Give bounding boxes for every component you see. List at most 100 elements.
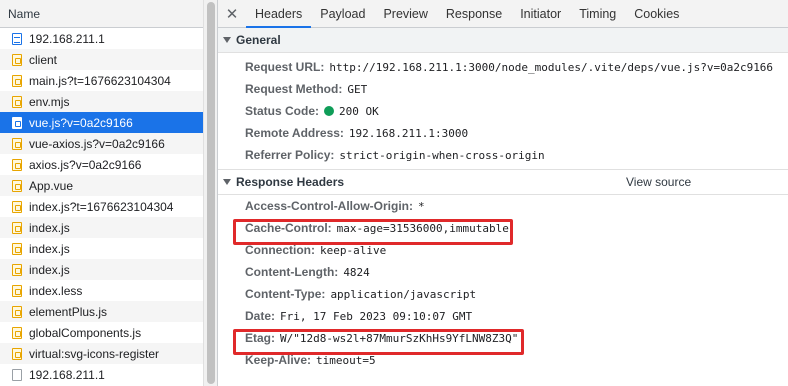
view-source-link[interactable]: View source bbox=[626, 175, 691, 189]
js-icon bbox=[12, 242, 22, 255]
request-name: index.js bbox=[29, 241, 70, 256]
js-icon bbox=[12, 95, 22, 108]
header-name: Referrer Policy: bbox=[245, 148, 335, 162]
tab-cookies[interactable]: Cookies bbox=[625, 0, 688, 27]
header-row: Etag: W/"12d8-ws2l+87MmurSzKhHs9YfLNW8Z3Q… bbox=[218, 327, 788, 349]
js-icon bbox=[12, 305, 22, 318]
header-value: keep-alive bbox=[320, 243, 387, 257]
request-name: env.mjs bbox=[29, 94, 70, 109]
response-headers-body: Access-Control-Allow-Origin: * Cache-Contr… bbox=[218, 195, 788, 371]
request-list-panel: Name 192.168.211.1 client main.js?t=167662… bbox=[0, 0, 203, 386]
request-row[interactable]: virtual:svg-icons-register bbox=[0, 343, 203, 364]
request-row[interactable]: index.js bbox=[0, 238, 203, 259]
scrollbar-thumb[interactable] bbox=[207, 2, 215, 384]
tab-timing[interactable]: Timing bbox=[570, 0, 625, 27]
doc-icon bbox=[12, 32, 22, 45]
header-row: Remote Address: 192.168.211.1:3000 bbox=[218, 122, 788, 144]
header-row: Access-Control-Allow-Origin: * bbox=[218, 195, 788, 217]
header-row: Status Code: 200 OK bbox=[218, 100, 788, 122]
header-value: W/"12d8-ws2l+87MmurSzKhHs9YfLNW8Z3Q" bbox=[280, 331, 519, 345]
header-row: Keep-Alive: timeout=5 bbox=[218, 349, 788, 371]
request-row[interactable]: env.mjs bbox=[0, 91, 203, 112]
response-headers-section-header[interactable]: Response Headers View source bbox=[218, 170, 788, 195]
js-icon bbox=[12, 200, 22, 213]
header-value: 192.168.211.1:3000 bbox=[348, 126, 469, 140]
tab-payload[interactable]: Payload bbox=[311, 0, 374, 27]
request-row[interactable]: vue-axios.js?v=0a2c9166 bbox=[0, 133, 203, 154]
request-list-scrollbar[interactable] bbox=[203, 0, 218, 386]
js-icon bbox=[12, 137, 22, 150]
request-name: elementPlus.js bbox=[29, 304, 108, 319]
tab-headers[interactable]: Headers bbox=[246, 0, 312, 28]
request-name: App.vue bbox=[29, 178, 74, 193]
general-section-header[interactable]: General bbox=[218, 28, 788, 53]
request-row[interactable]: index.js?t=1676623104304 bbox=[0, 196, 203, 217]
request-list: 192.168.211.1 client main.js?t=16766231043… bbox=[0, 28, 203, 385]
tab-response[interactable]: Response bbox=[437, 0, 511, 27]
js-icon bbox=[12, 74, 22, 87]
general-section-title: General bbox=[236, 33, 281, 47]
js-icon bbox=[12, 158, 22, 171]
header-name: Connection: bbox=[245, 243, 315, 257]
js-icon bbox=[12, 221, 22, 234]
header-name: Remote Address: bbox=[245, 126, 344, 140]
close-icon[interactable]: ✕ bbox=[218, 0, 246, 27]
request-row[interactable]: index.less bbox=[0, 280, 203, 301]
request-row[interactable]: client bbox=[0, 49, 203, 70]
collapse-triangle-icon bbox=[223, 37, 231, 43]
header-row: Request URL: http://192.168.211.1:3000/no… bbox=[218, 56, 788, 78]
request-name: main.js?t=1676623104304 bbox=[29, 73, 171, 88]
header-value: 200 OK bbox=[339, 104, 379, 118]
js-icon bbox=[12, 263, 22, 276]
request-name: vue.js?v=0a2c9166 bbox=[29, 115, 133, 130]
request-name: client bbox=[29, 52, 58, 67]
header-name: Access-Control-Allow-Origin: bbox=[245, 199, 414, 213]
request-details-panel: ✕ Headers Payload Preview Response Initiator… bbox=[218, 0, 788, 386]
request-name: globalComponents.js bbox=[29, 325, 142, 340]
request-row[interactable]: main.js?t=1676623104304 bbox=[0, 70, 203, 91]
header-value: strict-origin-when-cross-origin bbox=[339, 148, 545, 162]
header-value: max-age=31536000,immutable bbox=[336, 221, 509, 235]
request-row[interactable]: index.js bbox=[0, 217, 203, 238]
request-name: index.js?t=1676623104304 bbox=[29, 199, 174, 214]
request-row[interactable]: axios.js?v=0a2c9166 bbox=[0, 154, 203, 175]
request-name: virtual:svg-icons-register bbox=[29, 346, 160, 361]
request-name: vue-axios.js?v=0a2c9166 bbox=[29, 136, 165, 151]
request-name: index.js bbox=[29, 262, 70, 277]
js-icon bbox=[12, 179, 22, 192]
response-headers-title: Response Headers bbox=[236, 175, 345, 189]
request-row[interactable]: App.vue bbox=[0, 175, 203, 196]
request-row[interactable]: vue.js?v=0a2c9166 bbox=[0, 112, 203, 133]
request-name: 192.168.211.1 bbox=[29, 31, 105, 46]
js-icon bbox=[12, 116, 22, 129]
status-ok-icon bbox=[324, 106, 335, 116]
collapse-triangle-icon bbox=[223, 179, 231, 185]
header-name: Status Code: bbox=[245, 104, 320, 118]
request-row[interactable]: globalComponents.js bbox=[0, 322, 203, 343]
request-row[interactable]: 192.168.211.1 bbox=[0, 28, 203, 49]
tab-list: Headers Payload Preview Response Initiator Ti… bbox=[246, 0, 688, 28]
header-value: http://192.168.211.1:3000/node_modules/.… bbox=[329, 60, 774, 74]
header-name: Etag: bbox=[245, 331, 275, 345]
header-name: Request URL: bbox=[245, 60, 325, 74]
js-icon bbox=[12, 347, 22, 360]
header-name: Request Method: bbox=[245, 82, 343, 96]
tab-preview[interactable]: Preview bbox=[374, 0, 436, 27]
header-row: Content-Type: application/javascript bbox=[218, 283, 788, 305]
request-row[interactable]: index.js bbox=[0, 259, 203, 280]
header-value: GET bbox=[347, 82, 368, 96]
header-row: Connection: keep-alive bbox=[218, 239, 788, 261]
request-name: axios.js?v=0a2c9166 bbox=[29, 157, 142, 172]
header-name: Cache-Control: bbox=[245, 221, 332, 235]
name-column-header[interactable]: Name bbox=[0, 0, 203, 28]
header-value: 4824 bbox=[343, 265, 370, 279]
general-section-body: Request URL: http://192.168.211.1:3000/no… bbox=[218, 53, 788, 166]
tab-initiator[interactable]: Initiator bbox=[511, 0, 570, 27]
request-row[interactable]: 192.168.211.1 bbox=[0, 364, 203, 385]
request-row[interactable]: elementPlus.js bbox=[0, 301, 203, 322]
header-name: Keep-Alive: bbox=[245, 353, 312, 367]
header-row: Content-Length: 4824 bbox=[218, 261, 788, 283]
header-value: application/javascript bbox=[330, 287, 477, 301]
other-icon bbox=[12, 368, 22, 381]
header-row: Cache-Control: max-age=31536000,immutable bbox=[218, 217, 788, 239]
